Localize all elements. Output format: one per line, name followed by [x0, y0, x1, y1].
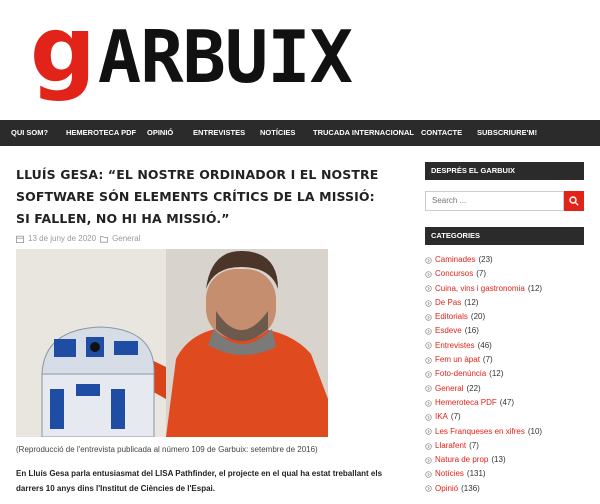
- category-link[interactable]: Hemeroteca PDF: [435, 396, 497, 410]
- search-button[interactable]: [564, 191, 584, 211]
- category-bullet-icon: [425, 314, 432, 321]
- category-bullet-icon: [425, 299, 432, 307]
- category-item: Notícies (131): [425, 467, 584, 481]
- category-bullet-icon: [425, 371, 432, 378]
- category-count: (46): [477, 340, 492, 350]
- category-count: (12): [464, 297, 479, 307]
- logo-g-letter: g: [30, 0, 96, 103]
- folder-icon: [100, 235, 109, 243]
- category-link[interactable]: Concursos: [435, 267, 473, 281]
- nav-item-trucada[interactable]: TRUCADA INTERNACIONAL: [313, 128, 414, 137]
- category-bullet-icon: [425, 385, 432, 392]
- category-count: (20): [470, 312, 486, 322]
- category-bullet-icon: [425, 357, 432, 364]
- category-link[interactable]: Caminades: [435, 253, 475, 267]
- category-bullet-icon: [425, 442, 432, 450]
- category-bullet-icon: [425, 256, 432, 264]
- category-bullet-icon: [425, 285, 432, 292]
- category-count: (22): [466, 383, 481, 393]
- search-input[interactable]: [425, 191, 564, 211]
- category-bullet-icon: [425, 428, 432, 435]
- nav-item-contacte[interactable]: CONTACTE: [421, 128, 462, 137]
- category-link[interactable]: IKA: [435, 410, 448, 424]
- site-logo[interactable]: g ARBUIX: [30, 4, 450, 102]
- category-item: Cuina, vins i gastronomia (12): [425, 282, 584, 296]
- category-item: Esdeve (16): [425, 324, 584, 338]
- article-category[interactable]: General: [112, 234, 140, 243]
- nav-item-entrevistes[interactable]: ENTREVISTES: [193, 128, 245, 137]
- category-count: (13): [491, 455, 506, 465]
- article-lead: En Lluís Gesa parla entusiasmat del LISA…: [16, 469, 383, 493]
- category-item: Fem un àpat (7): [425, 353, 584, 367]
- category-link[interactable]: Editorials: [435, 310, 468, 324]
- article: Lluís Gesa: “El nostre ordinador i el no…: [16, 164, 384, 504]
- category-link[interactable]: Fem un àpat: [435, 353, 480, 367]
- category-link[interactable]: Les Franqueses en xifres: [435, 425, 525, 439]
- category-bullet-icon: [425, 414, 432, 421]
- category-link[interactable]: De Pas: [435, 296, 461, 310]
- article-photo: [16, 249, 328, 437]
- category-item: Caminades (23): [425, 253, 584, 267]
- category-link[interactable]: Notícies: [435, 467, 464, 481]
- categories-list: Caminades (23) Concursos (7) Cuina, vins i…: [425, 253, 584, 496]
- category-count: (47): [499, 397, 515, 407]
- category-item: Les Franqueses en xifres (10): [425, 425, 584, 439]
- nav-item-subscriure[interactable]: SUBSCRIURE'M!: [477, 128, 537, 137]
- main-nav: QUI SOM? HEMEROTECA PDF OPINIÓ ENTREVIST…: [0, 120, 600, 146]
- nav-item-opinio[interactable]: OPINIÓ: [147, 128, 173, 137]
- photo-caption: (Reproducció de l'entrevista publicada a…: [16, 445, 318, 454]
- category-item: General (22): [425, 382, 584, 396]
- category-bullet-icon: [425, 485, 432, 493]
- category-count: (10): [527, 426, 543, 436]
- category-bullet-icon: [425, 342, 432, 350]
- sidebar: DESPRÉS EL GARBUIX CATEGORIES Caminades(…: [425, 162, 584, 496]
- search-icon: [569, 196, 579, 206]
- categories-widget-title: CATEGORIES: [425, 227, 584, 245]
- category-count: (16): [464, 326, 479, 336]
- category-bullet-icon: [425, 471, 432, 478]
- category-item: Entrevistes (46): [425, 339, 584, 353]
- article-meta: 13 de juny de 2020 General: [16, 234, 384, 243]
- nav-item-noticies[interactable]: NOTÍCIES: [260, 128, 295, 137]
- category-count: (131): [466, 469, 486, 479]
- category-item: Opinió (136): [425, 482, 584, 496]
- category-item: Natura de prop (13): [425, 453, 584, 467]
- category-link[interactable]: Opinió: [435, 482, 458, 496]
- category-count: (12): [527, 283, 543, 293]
- category-bullet-icon: [425, 271, 432, 278]
- category-link[interactable]: Llarafent: [435, 439, 466, 453]
- category-link[interactable]: Esdeve: [435, 324, 462, 338]
- logo-wordmark: ARBUIX: [97, 15, 353, 99]
- category-bullet-icon: [425, 457, 432, 464]
- category-count: (136): [461, 483, 480, 493]
- category-link[interactable]: General: [435, 382, 463, 396]
- search-form: [425, 191, 584, 211]
- category-count: (7): [450, 412, 461, 422]
- category-link[interactable]: Foto-denúncia: [435, 367, 486, 381]
- category-bullet-icon: [425, 328, 432, 335]
- category-count: (7): [469, 440, 479, 450]
- category-link[interactable]: Entrevistes: [435, 339, 475, 353]
- calendar-icon: [16, 235, 24, 243]
- category-count: (7): [476, 269, 487, 279]
- nav-item-hemeroteca[interactable]: HEMEROTECA PDF: [66, 128, 136, 137]
- article-title[interactable]: Lluís Gesa: “El nostre ordinador i el no…: [16, 164, 384, 230]
- category-item: Concursos (7): [425, 267, 584, 281]
- category-count: (12): [489, 369, 504, 379]
- category-item: Hemeroteca PDF (47): [425, 396, 584, 410]
- category-item: De Pas (12): [425, 296, 584, 310]
- article-date[interactable]: 13 de juny de 2020: [28, 234, 96, 243]
- category-bullet-icon: [425, 399, 432, 407]
- category-count: (23): [478, 255, 493, 264]
- category-item: Llarafent (7): [425, 439, 584, 453]
- category-item: IKA (7): [425, 410, 584, 424]
- category-item: Editorials (20): [425, 310, 584, 324]
- category-link[interactable]: Natura de prop: [435, 453, 488, 467]
- follow-widget-title: DESPRÉS EL GARBUIX: [425, 162, 584, 180]
- category-item: Foto-denúncia (12): [425, 367, 584, 381]
- nav-item-qui-som[interactable]: QUI SOM?: [11, 128, 48, 137]
- category-count: (7): [482, 355, 493, 365]
- category-link[interactable]: Cuina, vins i gastronomia: [435, 282, 525, 296]
